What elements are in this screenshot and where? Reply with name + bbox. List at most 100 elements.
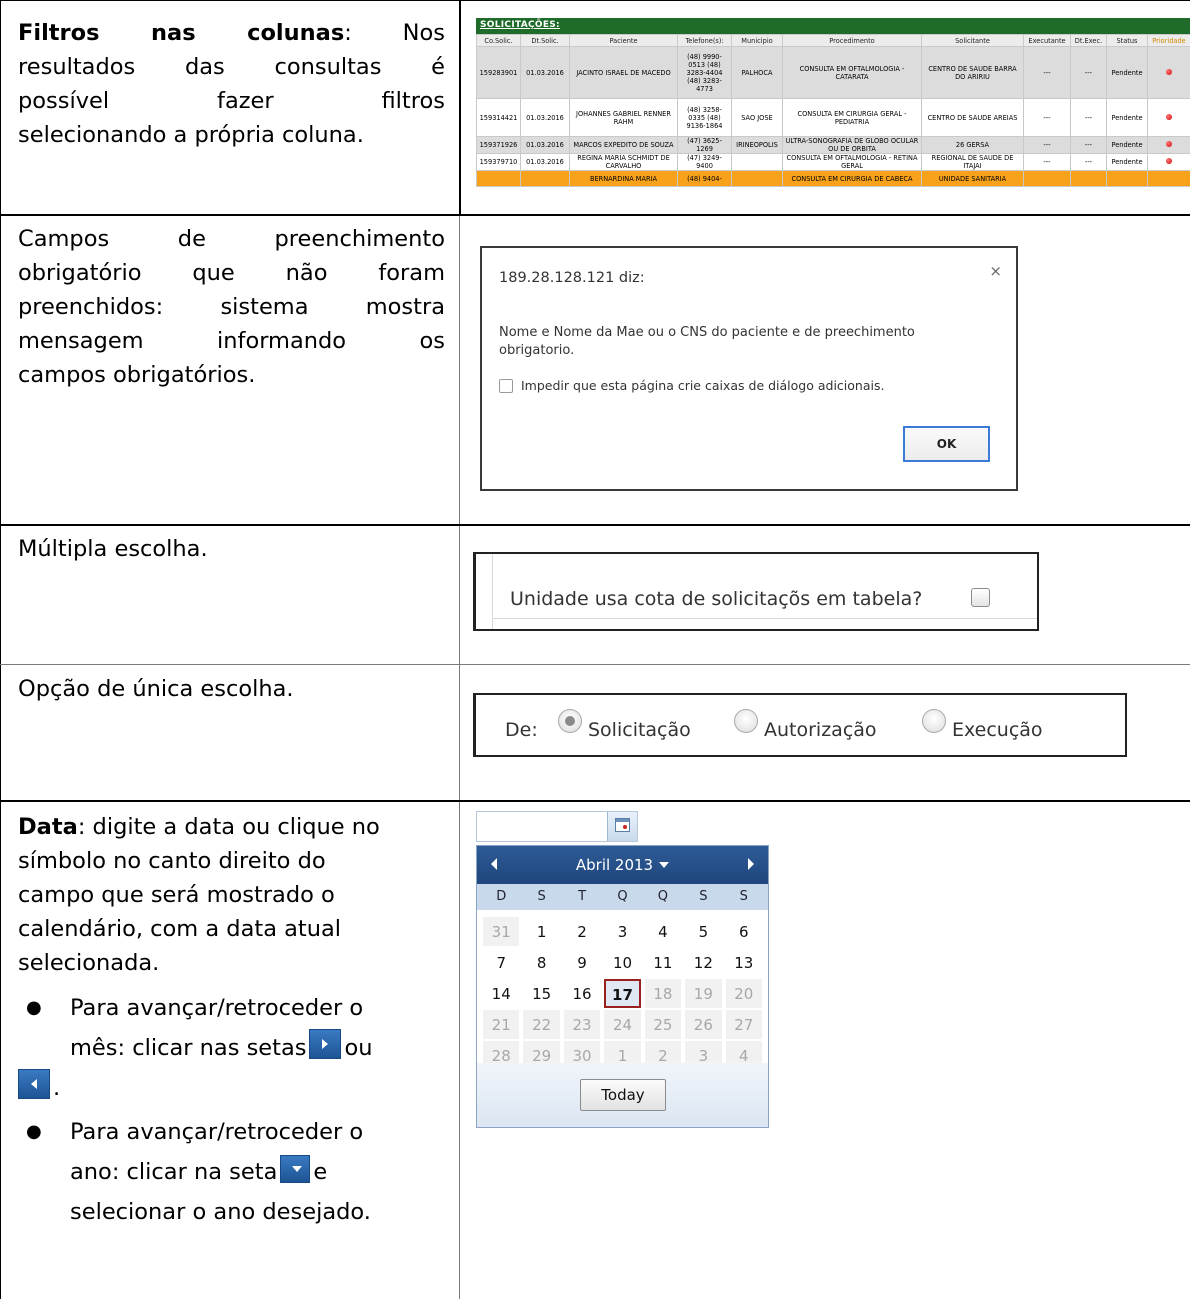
radio-option-solicitacao[interactable]: Solicitação <box>558 709 691 741</box>
dropdown-arrow-icon <box>280 1155 311 1183</box>
table-cell: REGINA MARIA SCHMIDT DE CARVALHO <box>569 153 678 171</box>
calendar-day[interactable]: 7 <box>483 948 519 977</box>
calendar-day[interactable]: 19 <box>685 979 722 1008</box>
calendar-day[interactable]: 11 <box>645 948 681 977</box>
column-header[interactable]: Prioridade <box>1147 34 1190 47</box>
close-icon[interactable]: × <box>989 262 1002 280</box>
calendar-button[interactable] <box>607 812 637 841</box>
calendar-day[interactable]: 18 <box>644 979 682 1008</box>
calendar-day[interactable]: 22 <box>523 1010 560 1039</box>
calendar-day[interactable]: 12 <box>685 948 721 977</box>
table-cell: REGIONAL DE SAUDE DE ITAJAI <box>921 153 1024 171</box>
column-header[interactable]: Solicitante <box>921 34 1024 47</box>
date-text-4: calendário, com a data atual <box>18 916 342 942</box>
calendar-day[interactable]: 14 <box>483 979 519 1008</box>
column-header[interactable]: Dt.Solic. <box>520 34 570 47</box>
column-header[interactable]: Telefone(s): <box>677 34 732 47</box>
calendar-day[interactable]: 3 <box>604 917 640 946</box>
table-cell: --- <box>1070 136 1107 154</box>
suppress-dialogs-checkbox[interactable] <box>499 378 513 393</box>
calendar-day[interactable]: 26 <box>685 1010 722 1039</box>
table-cell: --- <box>1023 98 1071 137</box>
priority-cell <box>1147 153 1190 171</box>
radio-button[interactable] <box>734 709 758 733</box>
dialog-title: 189.28.128.121 diz: <box>499 270 645 286</box>
table-row[interactable]: 159314421 01.03.2016 JOHANNES GABRIEL RENN… <box>476 98 1190 137</box>
table-cell: 01.03.2016 <box>520 98 570 137</box>
calendar-day[interactable]: 10 <box>604 948 640 977</box>
date-text-2: símbolo no canto direito do <box>18 848 326 874</box>
quota-checkbox[interactable] <box>971 588 990 607</box>
weekday-header: DSTQQSS <box>477 884 768 910</box>
filters-text-3: possível fazer filtros <box>18 88 445 114</box>
column-header[interactable]: Procedimento <box>782 34 922 47</box>
calendar-day[interactable]: 21 <box>483 1010 520 1039</box>
table-row[interactable]: BERNARDINA MARIA (48) 9404- CONSULTA EM CI… <box>476 170 1190 187</box>
ok-button[interactable]: OK <box>903 426 990 462</box>
table-cell: CONSULTA EM OFTALMOLOGIA - RETINA GERAL <box>782 153 922 171</box>
today-button[interactable]: Today <box>580 1079 666 1111</box>
calendar-day[interactable]: 5 <box>685 917 721 946</box>
alert-dialog: 189.28.128.121 diz: × Nome e Nome da Mae… <box>480 246 1018 491</box>
table-cell: Pendente <box>1106 46 1148 99</box>
weekday-label: S <box>739 889 748 904</box>
date-text-3: campo que será mostrado o <box>18 882 335 908</box>
next-month-arrow-icon[interactable] <box>748 858 754 870</box>
bullet-icon: ● <box>26 1121 42 1142</box>
table-cell: 26 GERSA <box>921 136 1024 154</box>
calendar-day[interactable]: 23 <box>563 1010 601 1039</box>
radio-option-execucao[interactable]: Execução <box>922 709 1043 741</box>
column-header[interactable]: Dt.Exec. <box>1070 34 1107 47</box>
table-cell: 159283901 <box>476 46 521 99</box>
month-year-selector[interactable]: Abril 2013 <box>477 856 768 874</box>
calendar-day[interactable]: 15 <box>523 979 559 1008</box>
column-header[interactable]: Co.Solic. <box>476 34 521 47</box>
suppress-dialogs-option[interactable]: Impedir que esta página crie caixas de d… <box>499 378 884 393</box>
table-cell: CENTRO DE SAUDE BARRA DO ARIRIU <box>921 46 1024 99</box>
filters-text-1: : Nos <box>344 20 445 46</box>
calendar-day[interactable]: 27 <box>725 1010 762 1039</box>
calendar-day[interactable]: 6 <box>726 917 762 946</box>
table-cell: Pendente <box>1106 153 1148 171</box>
calendar-day[interactable]: 9 <box>564 948 600 977</box>
calendar-day[interactable]: 31 <box>483 917 520 946</box>
calendar-day[interactable]: 1 <box>523 917 559 946</box>
date-input[interactable] <box>476 811 638 842</box>
priority-dot-icon <box>1166 158 1172 164</box>
mandatory-text-3: preenchidos: sistema mostra <box>18 294 445 320</box>
radio-button-selected[interactable] <box>558 709 582 733</box>
dialog-message: Nome e Nome da Mae ou o CNS do paciente … <box>499 325 915 358</box>
weekday-label: D <box>496 889 507 904</box>
row-divider-2 <box>0 524 1190 526</box>
calendar-day-selected[interactable]: 17 <box>604 979 641 1008</box>
table-row[interactable]: 159379710 01.03.2016 REGINA MARIA SCHMIDT … <box>476 153 1190 171</box>
calendar-day[interactable]: 25 <box>644 1010 682 1039</box>
calendar-day[interactable]: 24 <box>604 1010 641 1039</box>
radio-button[interactable] <box>922 709 946 733</box>
column-header[interactable]: Paciente <box>569 34 678 47</box>
table-cell <box>731 170 783 187</box>
calendar-day[interactable]: 13 <box>726 948 762 977</box>
radio-option-autorizacao[interactable]: Autorização <box>734 709 877 741</box>
table-cell: --- <box>1070 153 1107 171</box>
table-cell: (48) 9404- <box>677 170 732 187</box>
row-divider-3 <box>0 664 1190 665</box>
table-border-left <box>0 0 1 1299</box>
dropdown-arrow-icon[interactable] <box>659 862 670 868</box>
column-header[interactable]: Executante <box>1023 34 1071 47</box>
calendar-day[interactable]: 2 <box>564 917 600 946</box>
table-row[interactable]: 159371926 01.03.2016 MARCOS EXPEDITO DE SO… <box>476 136 1190 154</box>
calendar-day[interactable]: 4 <box>645 917 681 946</box>
table-row[interactable]: 159283901 01.03.2016 JACINTO ISRAEL DE MAC… <box>476 46 1190 99</box>
table-cell: --- <box>1070 98 1107 137</box>
table-cell <box>1023 170 1071 187</box>
weekday-label: S <box>699 889 708 904</box>
priority-cell <box>1147 136 1190 154</box>
calendar-day[interactable]: 8 <box>523 948 559 977</box>
table-cell: SAO JOSE <box>731 98 783 137</box>
calendar-day[interactable]: 20 <box>725 979 762 1008</box>
calendar-day[interactable]: 16 <box>564 979 600 1008</box>
column-header[interactable]: Status <box>1106 34 1148 47</box>
mandatory-text-5: campos obrigatórios. <box>18 362 256 388</box>
column-header[interactable]: Municipio <box>731 34 783 47</box>
